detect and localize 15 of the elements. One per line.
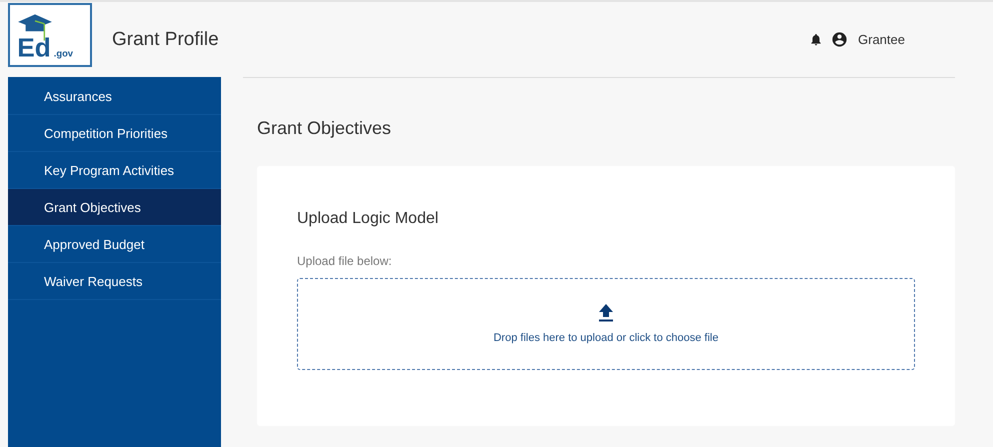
sidebar-item[interactable]: Competition Priorities — [8, 115, 221, 152]
sidebar-item[interactable]: Waiver Requests — [8, 263, 221, 300]
ed-gov-logo: Ed.gov — [8, 3, 92, 67]
sidebar-item[interactable]: Grant Objectives — [8, 189, 221, 226]
page-title: Grant Objectives — [257, 118, 392, 139]
user-icon[interactable] — [831, 31, 848, 48]
upload-label: Upload file below: — [297, 254, 393, 268]
file-dropzone[interactable]: Drop files here to upload or click to choose file — [297, 278, 915, 370]
sidebar-item[interactable]: Approved Budget — [8, 226, 221, 263]
user-name[interactable]: Grantee — [858, 32, 905, 47]
bell-icon[interactable] — [809, 32, 824, 47]
upload-icon — [598, 304, 614, 322]
app-title: Grant Profile — [112, 28, 219, 50]
sidebar-item[interactable]: Assurances — [8, 78, 221, 115]
card-title: Upload Logic Model — [297, 210, 440, 228]
